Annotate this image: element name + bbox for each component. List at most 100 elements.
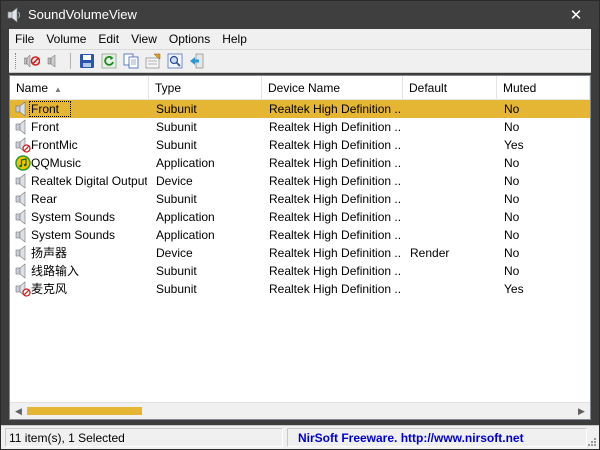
- cell-name: 线路输入: [31, 264, 80, 278]
- unmute-button[interactable]: [44, 51, 64, 71]
- table-row[interactable]: 扬声器 Device Realtek High Definition ... Rend…: [10, 244, 590, 262]
- cell-type: Subunit: [156, 264, 197, 278]
- cell-default: [410, 190, 495, 208]
- cell-default: [410, 208, 495, 226]
- app-window: SoundVolumeView ✕ File Volume Edit View …: [0, 0, 600, 450]
- properties-icon: [145, 53, 161, 69]
- cell-device-name: Realtek High Definition ...: [269, 282, 401, 296]
- speaker-icon: [15, 227, 31, 243]
- refresh-button[interactable]: [99, 51, 119, 71]
- cell-muted: No: [504, 120, 520, 134]
- cell-type: Subunit: [156, 192, 197, 206]
- cell-muted: No: [504, 228, 520, 242]
- scrollbar-thumb[interactable]: [27, 407, 142, 415]
- close-button[interactable]: ✕: [553, 1, 599, 29]
- table-row[interactable]: System Sounds Application Realtek High Def…: [10, 208, 590, 226]
- cell-type: Device: [156, 174, 193, 188]
- toolbar-grip: [15, 53, 17, 69]
- column-header-device-name[interactable]: Device Name: [262, 76, 403, 100]
- refresh-icon: [101, 53, 117, 69]
- cell-device-name: Realtek High Definition ...: [269, 102, 401, 116]
- column-header-default[interactable]: Default: [403, 76, 497, 100]
- cell-type: Subunit: [156, 120, 197, 134]
- find-icon: [167, 53, 183, 69]
- cell-type: Application: [156, 156, 215, 170]
- cell-name: System Sounds: [31, 228, 116, 242]
- column-header-type[interactable]: Type: [149, 76, 262, 100]
- save-button[interactable]: [77, 51, 97, 71]
- table-row[interactable]: Front Subunit Realtek High Definition ... N…: [10, 100, 590, 118]
- menu-help[interactable]: Help: [216, 29, 253, 49]
- cell-type: Subunit: [156, 102, 197, 116]
- exit-button[interactable]: [187, 51, 207, 71]
- sound-items-list[interactable]: Name ▲ Type Device Name Default Muted Fro…: [9, 75, 591, 420]
- cell-default: [410, 172, 495, 190]
- column-header-label: Default: [409, 81, 448, 95]
- column-header-label: Type: [155, 81, 182, 95]
- menu-view[interactable]: View: [125, 29, 163, 49]
- cell-default: Render: [410, 246, 450, 260]
- table-row[interactable]: 线路输入 Subunit Realtek High Definition ... No: [10, 262, 590, 280]
- copy-icon: [123, 53, 139, 69]
- cell-muted: No: [504, 102, 520, 116]
- table-row[interactable]: Realtek Digital Output Device Realtek High…: [10, 172, 590, 190]
- scroll-right-icon[interactable]: ▶: [573, 403, 590, 419]
- sort-ascending-icon: ▲: [54, 85, 62, 94]
- properties-button[interactable]: [143, 51, 163, 71]
- table-row[interactable]: FrontMic Subunit Realtek High Definition .…: [10, 136, 590, 154]
- scroll-left-icon[interactable]: ◀: [10, 403, 27, 419]
- cell-default: [410, 226, 495, 244]
- exit-icon: [190, 53, 204, 69]
- cell-type: Subunit: [156, 138, 197, 152]
- menu-edit[interactable]: Edit: [92, 29, 125, 49]
- cell-default: [410, 280, 495, 298]
- menu-bar: File Volume Edit View Options Help: [9, 29, 591, 49]
- nirsoft-link[interactable]: NirSoft Freeware. http://www.nirsoft.net: [287, 428, 587, 447]
- speaker-muted-icon: [15, 281, 31, 297]
- cell-name: 麦克风: [31, 282, 68, 296]
- resize-grip-icon[interactable]: [586, 436, 596, 446]
- cell-name: Rear: [31, 192, 58, 206]
- copy-button[interactable]: [121, 51, 141, 71]
- cell-device-name: Realtek High Definition ...: [269, 120, 401, 134]
- table-row[interactable]: 麦克风 Subunit Realtek High Definition ... Yes: [10, 280, 590, 298]
- table-row[interactable]: System Sounds Application Realtek High Def…: [10, 226, 590, 244]
- qqmusic-icon: [15, 155, 31, 171]
- cell-name: Front: [31, 120, 60, 134]
- table-row[interactable]: Front Subunit Realtek High Definition ... N…: [10, 118, 590, 136]
- column-header-name[interactable]: Name ▲: [10, 76, 149, 100]
- mute-button[interactable]: [22, 51, 42, 71]
- table-row[interactable]: QQMusic Application Realtek High Definitio…: [10, 154, 590, 172]
- menu-options[interactable]: Options: [163, 29, 216, 49]
- column-header-muted[interactable]: Muted: [497, 76, 590, 100]
- cell-default: [410, 100, 495, 118]
- title-bar[interactable]: SoundVolumeView ✕: [1, 1, 599, 29]
- mute-icon: [24, 54, 40, 68]
- speaker-icon: [15, 263, 31, 279]
- table-row[interactable]: Rear Subunit Realtek High Definition ... No: [10, 190, 590, 208]
- cell-muted: No: [504, 264, 520, 278]
- cell-device-name: Realtek High Definition ...: [269, 192, 401, 206]
- cell-muted: No: [504, 210, 520, 224]
- cell-default: [410, 136, 495, 154]
- menu-file[interactable]: File: [9, 29, 40, 49]
- cell-name: QQMusic: [31, 156, 82, 170]
- speaker-icon: [15, 191, 31, 207]
- cell-muted: No: [504, 192, 520, 206]
- cell-name: 扬声器: [31, 246, 68, 260]
- cell-device-name: Realtek High Definition ...: [269, 228, 401, 242]
- cell-device-name: Realtek High Definition ...: [269, 156, 401, 170]
- menu-volume[interactable]: Volume: [40, 29, 92, 49]
- toolbar-separator: [70, 53, 71, 69]
- find-button[interactable]: [165, 51, 185, 71]
- horizontal-scrollbar[interactable]: ◀ ▶: [10, 402, 590, 419]
- cell-type: Application: [156, 210, 215, 224]
- save-icon: [80, 54, 94, 68]
- cell-default: [410, 154, 495, 172]
- cell-muted: Yes: [504, 138, 524, 152]
- toolbar: [9, 49, 591, 73]
- window-title: SoundVolumeView: [28, 7, 137, 22]
- unmute-icon: [47, 54, 56, 68]
- cell-type: Application: [156, 228, 215, 242]
- speaker-icon: [15, 119, 31, 135]
